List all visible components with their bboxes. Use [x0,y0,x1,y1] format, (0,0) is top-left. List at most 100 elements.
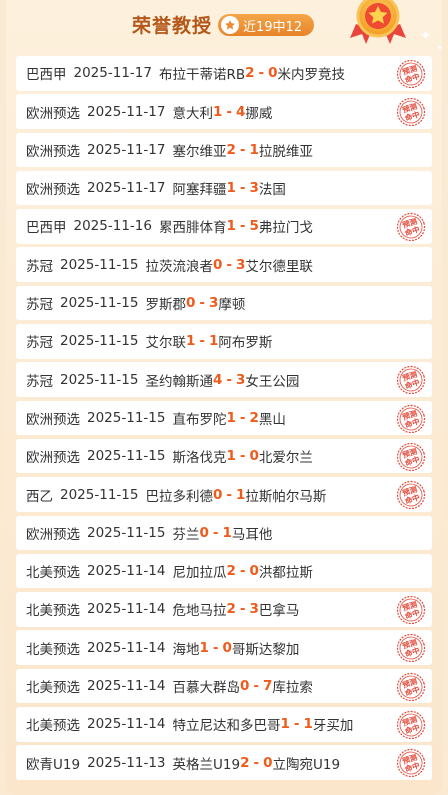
home-score: 0 [199,524,209,541]
prediction-hit-stamp-icon: 预测命中 [396,366,426,395]
home-score: 1 [185,333,196,350]
match-row[interactable]: 欧洲预选 2025-11-17 意大利 1-4 挪威 预测 命中 [16,94,432,129]
match-date: 2025-11-17 [73,65,152,82]
match-row[interactable]: 北美预选 2025-11-14 危地马拉 2-3 巴拿马 预测 命中 [16,592,432,627]
match-row[interactable]: 西乙 2025-11-15 巴拉多利德 0-1 拉斯帕尔马斯 预测 命中 [16,477,432,512]
match-date: 2025-11-17 [87,180,166,197]
home-team: 意大利 [172,105,213,122]
away-team: 马耳他 [231,526,273,543]
away-team: 法国 [258,182,286,199]
home-score: 1 [212,103,223,120]
match-row[interactable]: 巴西甲 2025-11-17 布拉干蒂诺RB 2-0 米内罗竞技 预测 命中 [16,56,432,91]
league-name: 巴西甲 [26,67,67,84]
match-row[interactable]: 北美预选 2025-11-14 海地 1-0 哥斯达黎加 预测 命中 [16,630,432,665]
home-score: 0 [212,486,223,503]
match-date: 2025-11-14 [87,601,166,618]
score-separator: - [199,295,205,312]
match-date: 2025-11-17 [87,141,166,158]
away-team: 立陶宛U19 [272,756,341,773]
record-badge: 近19中12 [218,14,314,36]
home-team: 阿塞拜疆 [172,182,227,199]
prediction-hit-stamp-icon: 预测命中 [396,749,426,778]
match-row[interactable]: 北美预选 2025-11-14 特立尼达和多巴哥 1-1 牙买加 预测 命中 [16,707,432,742]
match-row[interactable]: 北美预选 2025-11-14 尼加拉瓜 2-0 洪都拉斯 [16,553,432,589]
match-date: 2025-11-15 [60,486,139,503]
home-team: 巴拉多利德 [145,488,213,505]
match-row[interactable]: 苏冠 2025-11-15 圣约翰斯通 4-3 女王公园 预测 命中 [16,362,432,397]
prediction-hit-stamp-icon: 预测命中 [396,481,426,510]
league-name: 巴西甲 [26,220,67,237]
match-row[interactable]: 欧洲预选 2025-11-15 斯洛伐克 1-0 北爱尔兰 预测 命中 [16,438,432,474]
prediction-hit-stamp-icon: 预测命中 [396,213,426,242]
score-separator: - [226,256,232,273]
score-separator: - [239,218,246,235]
panel-header: 荣誉教授 近19中12 ✦ ✦ [0,0,448,54]
home-team: 圣约翰斯通 [145,373,213,390]
away-team: 北爱尔兰 [258,450,313,467]
panel-title: 荣誉教授 [132,15,213,37]
match-date: 2025-11-15 [60,371,139,388]
prediction-hit-stamp-icon: 预测命中 [396,634,426,663]
away-score: 1 [208,333,219,350]
away-score: 3 [249,601,259,618]
away-team: 弗拉门戈 [258,220,313,237]
home-team: 斯洛伐克 [172,450,227,467]
sparkle-icon: ✦ [420,28,432,44]
home-team: 芬兰 [172,526,200,543]
away-score: 0 [249,448,259,465]
match-date: 2025-11-15 [87,448,166,465]
away-team: 黑山 [258,411,286,428]
match-row[interactable]: 巴西甲 2025-11-16 累西腓体育 1-5 弗拉门戈 预测 命中 [16,209,432,244]
score-separator: - [226,103,232,120]
match-row[interactable]: 欧洲预选 2025-11-15 直布罗陀 1-2 黑山 预测 命中 [16,400,432,436]
league-name: 北美预选 [26,718,80,735]
score-separator: - [212,524,219,541]
away-score: 3 [208,295,219,312]
record-text: 近19中12 [243,19,303,35]
match-row[interactable]: 欧洲预选 2025-11-17 塞尔维亚 2-1 拉脱维亚 [16,132,432,168]
league-name: 苏冠 [26,258,53,275]
score-separator: - [293,716,300,733]
home-team: 拉茨流浪者 [145,258,213,275]
home-team: 布拉干蒂诺RB [158,67,246,84]
prediction-hit-stamp-icon: 预测命中 [396,442,426,472]
score-separator: - [239,141,246,158]
match-row[interactable]: 苏冠 2025-11-15 拉茨流浪者 0-3 艾尔德里联 [16,247,432,282]
match-row[interactable]: 北美预选 2025-11-14 百慕大群岛 0-7 库拉索 预测 命中 [16,668,432,704]
match-date: 2025-11-14 [87,563,166,580]
league-name: 苏冠 [26,335,53,352]
away-team: 女王公园 [245,373,300,390]
score-separator: - [239,601,246,618]
match-row[interactable]: 欧青U19 2025-11-13 英格兰U19 2-0 立陶宛U19 预测 命中 [16,745,432,780]
away-team: 拉脱维亚 [258,143,313,160]
away-score: 1 [249,141,259,158]
home-team: 艾尔联 [145,335,186,352]
home-score: 0 [185,295,196,312]
home-team: 危地马拉 [172,603,227,620]
score-separator: - [226,486,232,503]
away-team: 阿布罗斯 [218,335,273,352]
home-score: 2 [226,601,236,618]
match-row[interactable]: 苏冠 2025-11-15 罗斯郡 0-3 摩顿 [16,285,432,321]
away-score: 1 [222,524,232,541]
league-name: 北美预选 [26,603,80,620]
prediction-hit-stamp-icon: 预测命中 [396,672,426,701]
home-score: 2 [226,563,236,580]
match-list: 巴西甲 2025-11-17 布拉干蒂诺RB 2-0 米内罗竞技 预测 命中 欧洲预选 2025… [16,56,432,784]
away-score: 0 [268,65,278,82]
score-separator: - [239,409,246,426]
match-date: 2025-11-17 [87,103,166,120]
match-date: 2025-11-15 [87,409,166,426]
home-team: 尼加拉瓜 [172,565,227,582]
league-name: 北美预选 [26,641,80,658]
away-score: 2 [249,409,259,426]
match-date: 2025-11-14 [87,678,166,694]
away-team: 洪都拉斯 [258,565,313,582]
match-date: 2025-11-15 [60,295,139,312]
match-row[interactable]: 苏冠 2025-11-15 艾尔联 1-1 阿布罗斯 [16,324,432,359]
match-row[interactable]: 欧洲预选 2025-11-15 芬兰 0-1 马耳他 [16,515,432,551]
match-date: 2025-11-16 [73,218,152,235]
match-row[interactable]: 欧洲预选 2025-11-17 阿塞拜疆 1-3 法国 [16,170,432,206]
home-score: 1 [226,448,236,465]
prediction-hit-stamp-icon: 预测命中 [396,404,426,433]
